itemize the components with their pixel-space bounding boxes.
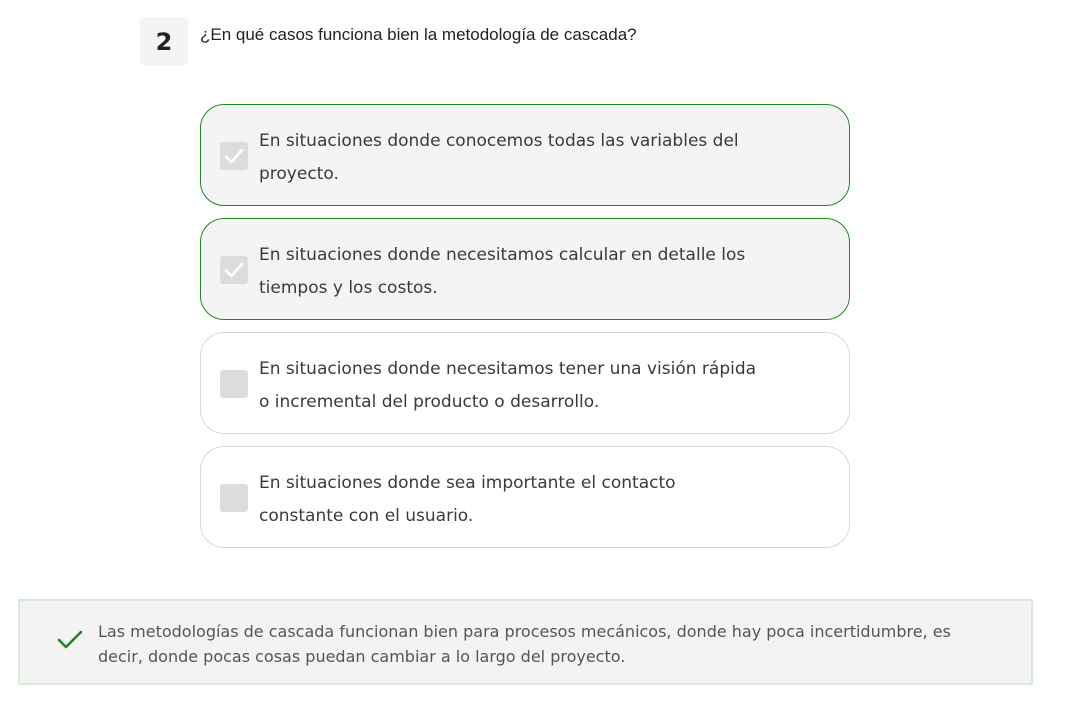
check-icon [224,262,244,278]
option-text: En situaciones donde necesitamos calcula… [259,245,746,298]
answer-option[interactable]: En situaciones donde conocemos todas las… [200,104,850,206]
question-text: ¿En qué casos funciona bien la metodolog… [200,25,637,44]
checkbox[interactable] [220,142,248,170]
checkbox[interactable] [220,370,248,398]
option-text: En situaciones donde conocemos todas las… [259,131,739,184]
answer-option[interactable]: En situaciones donde sea importante el c… [200,446,850,548]
answer-option[interactable]: En situaciones donde necesitamos calcula… [200,218,850,320]
feedback-box: Las metodologías de cascada funcionan bi… [18,599,1033,685]
check-icon [224,148,244,164]
checkbox[interactable] [220,256,248,284]
option-text: En situaciones donde necesitamos tener u… [259,359,757,412]
question-number: 2 [140,17,188,66]
checkbox[interactable] [220,484,248,512]
answer-option[interactable]: En situaciones donde necesitamos tener u… [200,332,850,434]
checkmark-icon [57,629,83,656]
option-text: En situaciones donde sea importante el c… [259,473,676,526]
feedback-text: Las metodologías de cascada funcionan bi… [98,622,951,666]
